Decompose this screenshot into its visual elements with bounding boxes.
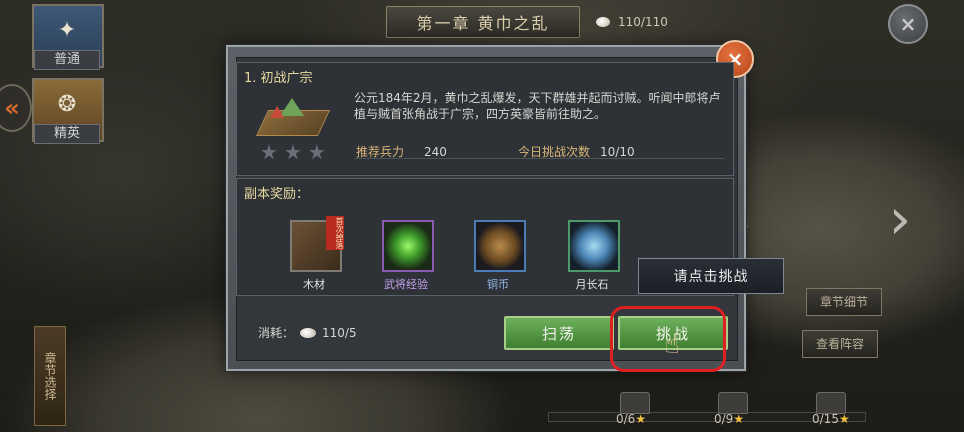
- chest-progress-value: 0/6: [616, 412, 636, 426]
- chest-progress-value: 0/9: [714, 412, 734, 426]
- star-icon: ★: [283, 140, 302, 164]
- stamina-display: 110/110: [596, 12, 706, 32]
- chapter-detail-button[interactable]: 章节细节: [806, 288, 882, 316]
- reward-label-copper: 铜币: [487, 278, 509, 291]
- stamina-cost: 消耗： 110/5: [258, 324, 357, 341]
- moonstone-icon[interactable]: [568, 220, 620, 272]
- stamina-value: 110/110: [618, 15, 668, 29]
- star-icon: ★: [838, 412, 850, 426]
- star-icon: ★: [260, 140, 278, 164]
- reward-label-moonstone: 月长石: [575, 278, 609, 291]
- next-chapter-button[interactable]: ›: [884, 192, 916, 248]
- stage-camp-thumbnail: [255, 92, 331, 140]
- chest-icon: [620, 392, 650, 414]
- star-chest-2[interactable]: 0/9★: [714, 392, 754, 432]
- stage-title: 1. 初战广宗: [244, 71, 313, 86]
- star-icon: ★: [635, 412, 647, 426]
- sweep-button[interactable]: 扫荡: [504, 316, 614, 350]
- hero-exp-icon[interactable]: [382, 220, 434, 272]
- copper-coin-icon[interactable]: [474, 220, 526, 272]
- dragon-emblem-icon: ✦: [57, 18, 77, 43]
- daily-challenges-label: 今日挑战次数: [518, 145, 591, 159]
- chapter-title-banner: 第一章 黄巾之乱: [386, 6, 580, 38]
- chest-progress-value: 0/15: [812, 412, 839, 426]
- tab-normal-label[interactable]: 普通: [34, 50, 100, 70]
- stamina-icon: [300, 327, 317, 338]
- elite-emblem-icon: ❂: [57, 92, 77, 117]
- star-chest-1[interactable]: 0/6★: [616, 392, 656, 432]
- reward-label-hero-exp: 武将经验: [384, 278, 428, 291]
- daily-challenges: 今日挑战次数 10/10: [518, 143, 635, 160]
- star-icon: ★: [733, 412, 745, 426]
- rewards-title: 副本奖励：: [244, 187, 310, 202]
- chest-icon: [816, 392, 846, 414]
- star-chest-3[interactable]: 0/15★: [812, 392, 852, 432]
- double-chevron-left-icon: «: [4, 94, 20, 122]
- tab-elite-label[interactable]: 精英: [34, 124, 100, 144]
- view-formation-button[interactable]: 查看阵容: [802, 330, 878, 358]
- reward-label-wood: 木材: [303, 278, 325, 291]
- recommended-power-value: 240: [424, 145, 447, 159]
- close-icon: ×: [899, 12, 917, 36]
- star-icon: ★: [307, 140, 326, 164]
- cost-label: 消耗：: [258, 326, 295, 340]
- recommended-power-label: 推荐兵力: [356, 145, 405, 159]
- chest-icon: [718, 392, 748, 414]
- tutorial-tooltip: 请点击挑战: [638, 258, 784, 294]
- stage-description: 公元184年2月，黄巾之乱爆发，天下群雄并起而讨贼。听闻中郎将卢植与贼首张角战于…: [354, 91, 721, 121]
- daily-challenges-value: 10/10: [600, 145, 635, 159]
- pointing-hand-icon: ☝: [664, 330, 680, 360]
- chapter-select-button[interactable]: 章节选择: [34, 326, 66, 426]
- chevron-right-icon: ›: [888, 187, 912, 252]
- first-drop-tag: 首次掉落: [326, 216, 344, 250]
- cost-value: 110/5: [322, 325, 357, 340]
- stamina-icon: [596, 17, 610, 27]
- map-close-button[interactable]: ×: [888, 4, 928, 44]
- recommended-power: 推荐兵力 240: [356, 143, 447, 160]
- stage-stars: ★ ★ ★: [260, 140, 326, 164]
